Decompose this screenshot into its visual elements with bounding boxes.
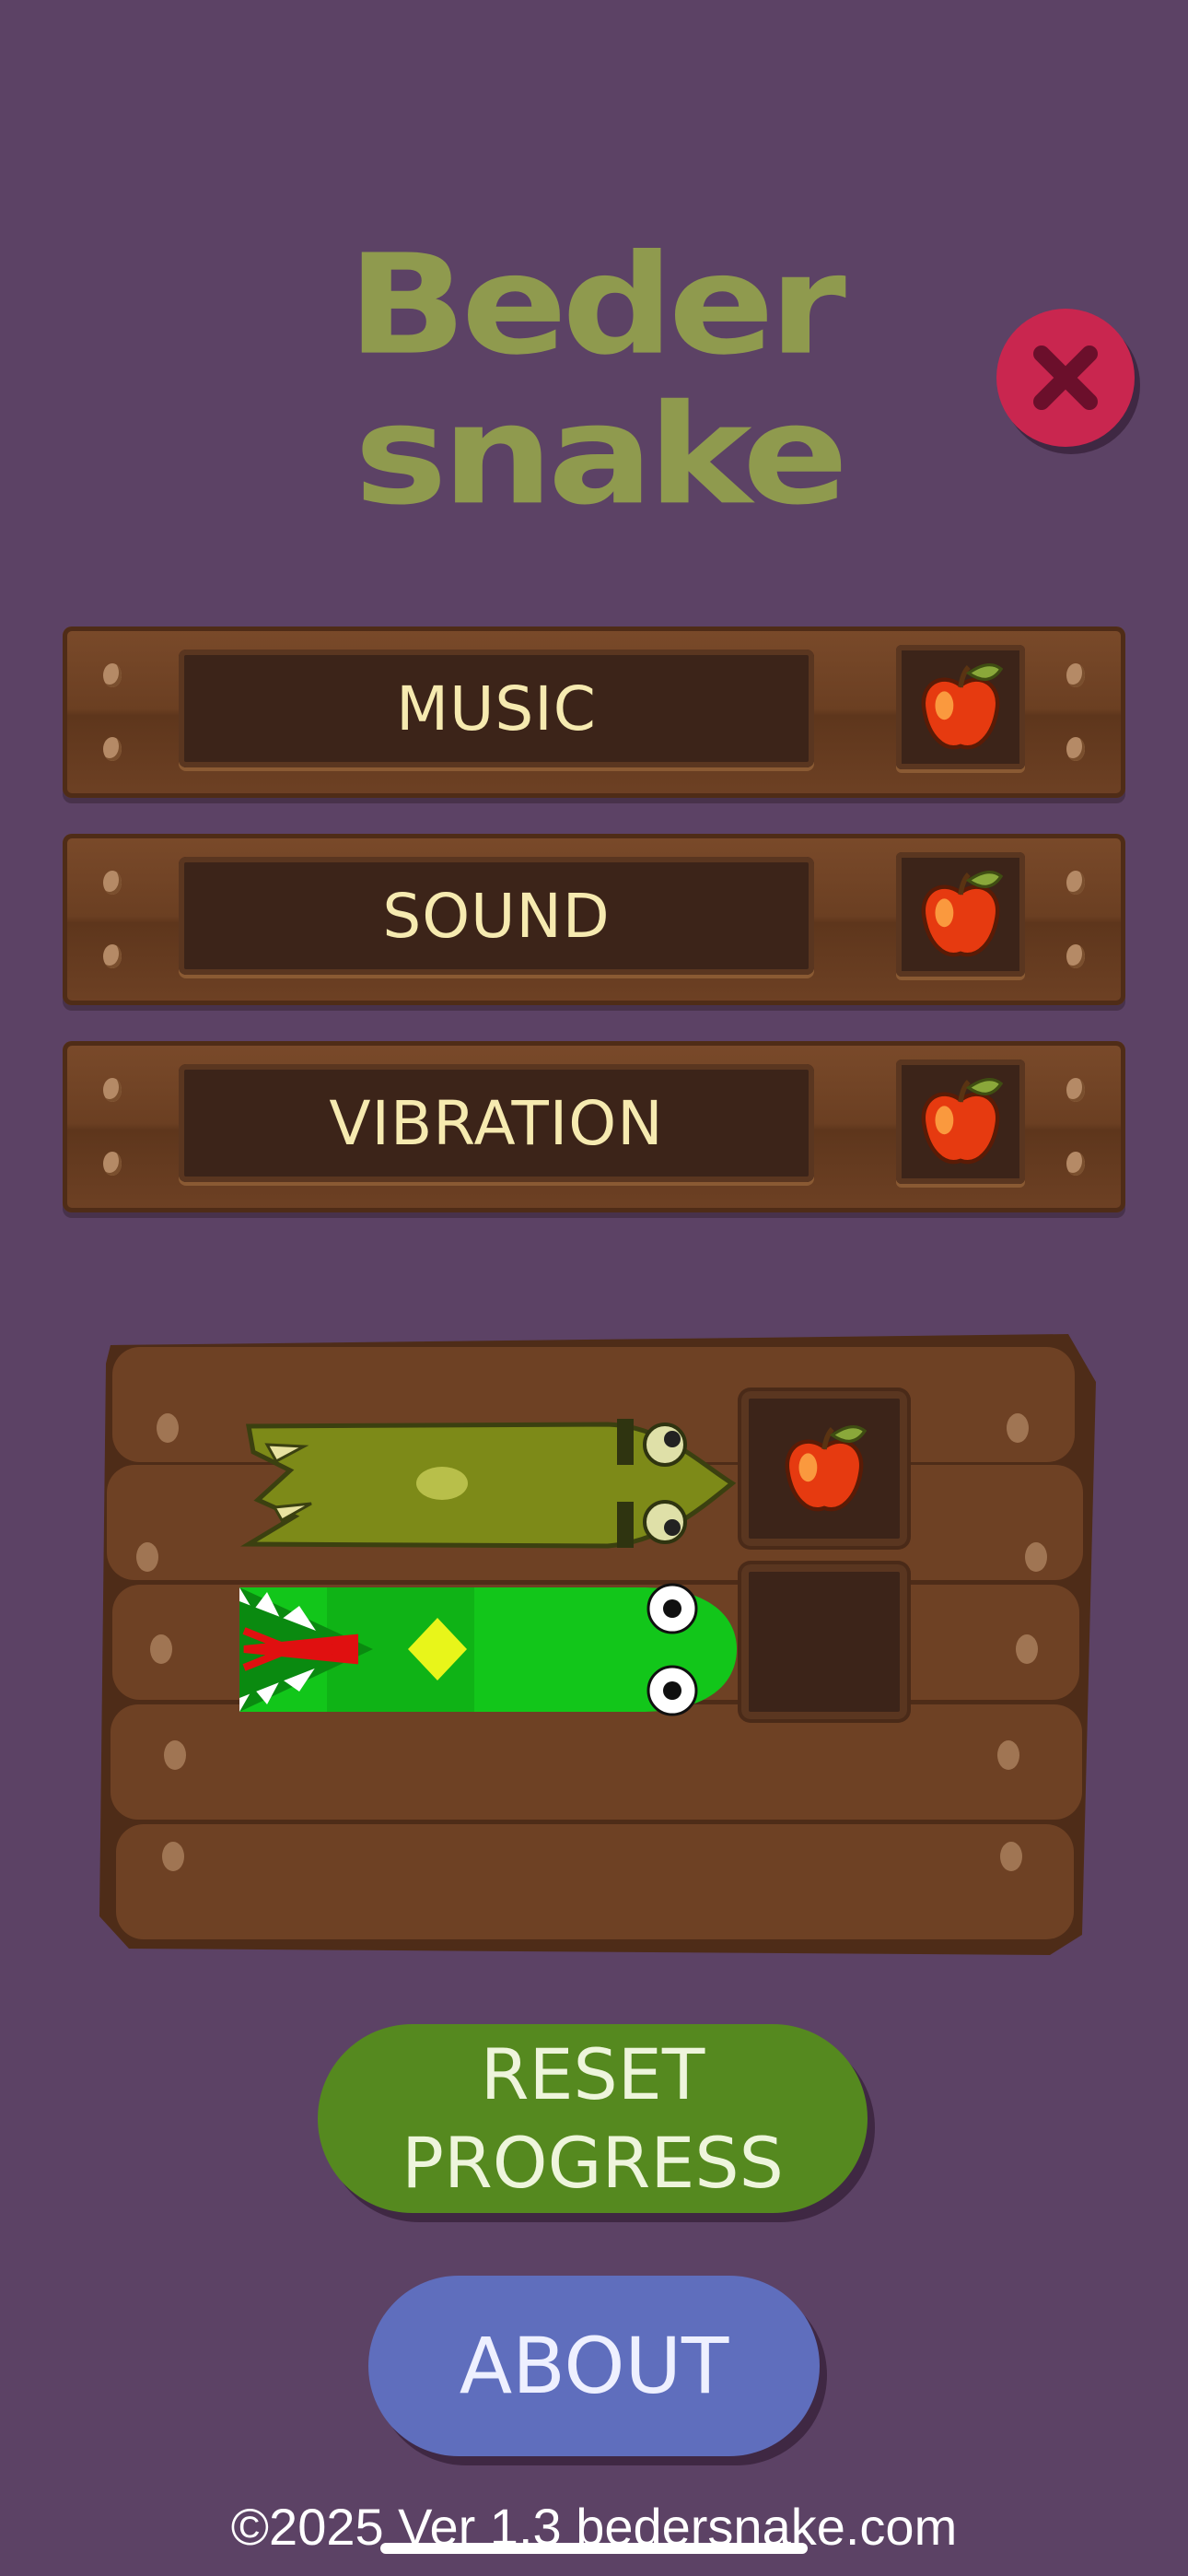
music-label: MUSIC xyxy=(396,673,597,744)
about-button[interactable]: ABOUT xyxy=(368,2276,820,2456)
about-label: ABOUT xyxy=(459,2321,729,2411)
vibration-setting-row: VIBRATION xyxy=(63,1041,1125,1212)
apple-icon xyxy=(921,662,1004,749)
vibration-toggle[interactable] xyxy=(896,1060,1025,1184)
reset-progress-label-line-2: PROGRESS xyxy=(402,2121,784,2204)
skin-selection-board xyxy=(92,1327,1101,1958)
crocodile-snake-head-icon[interactable] xyxy=(239,1408,741,1560)
reset-progress-label-line-1: RESET xyxy=(480,2032,705,2115)
sound-label-panel: SOUND xyxy=(179,857,814,975)
skin-1-slot[interactable] xyxy=(741,1391,907,1546)
music-label-panel: MUSIC xyxy=(179,650,814,767)
game-logo: Beder snake xyxy=(347,235,852,511)
logo-line-2: snake xyxy=(355,374,844,511)
vibration-label-panel: VIBRATION xyxy=(179,1064,814,1182)
music-setting-row: MUSIC xyxy=(63,626,1125,798)
music-toggle[interactable] xyxy=(896,645,1025,769)
reset-progress-button[interactable]: RESET PROGRESS xyxy=(318,2024,868,2213)
close-icon xyxy=(1033,345,1098,410)
skin-2-slot[interactable] xyxy=(741,1564,907,1719)
green-snake-head-icon[interactable] xyxy=(235,1583,741,1716)
apple-icon xyxy=(785,1425,868,1512)
apple-icon xyxy=(921,1077,1004,1164)
vibration-label: VIBRATION xyxy=(329,1087,664,1159)
home-indicator[interactable] xyxy=(380,2543,808,2554)
logo-line-1: Beder xyxy=(347,235,846,385)
sound-setting-row: SOUND xyxy=(63,834,1125,1005)
sound-toggle[interactable] xyxy=(896,852,1025,977)
apple-icon xyxy=(921,870,1004,956)
close-button[interactable] xyxy=(996,309,1135,447)
sound-label: SOUND xyxy=(382,880,611,952)
